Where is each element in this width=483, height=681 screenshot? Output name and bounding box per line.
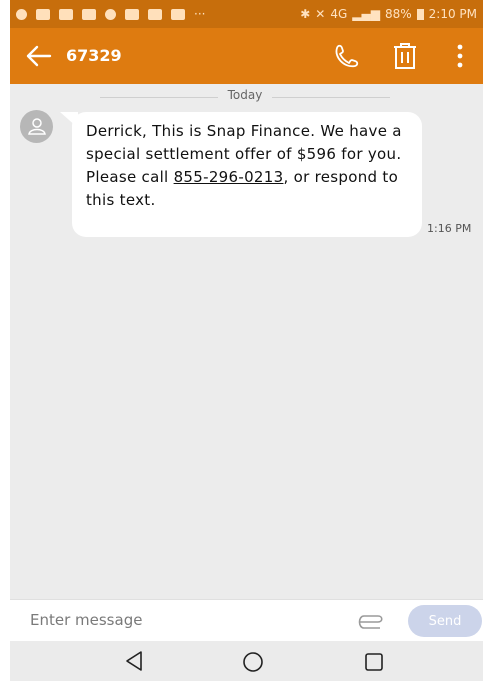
- send-button[interactable]: Send: [408, 605, 482, 637]
- phone-number-link[interactable]: 855-296-0213: [174, 168, 284, 186]
- date-divider: Today: [100, 88, 390, 104]
- attachment-icon[interactable]: [356, 613, 386, 631]
- battery-percent: 88%: [384, 7, 412, 21]
- network-type: 4G: [330, 7, 348, 21]
- more-vert-icon[interactable]: [454, 42, 466, 70]
- message-input[interactable]: [30, 608, 330, 632]
- person-icon: [28, 118, 46, 135]
- missed-call-icon: [36, 8, 50, 20]
- app-bar: 67329: [10, 28, 483, 84]
- notification-icons: ···: [16, 7, 205, 21]
- system-status: ✱ ✕ 4G ▂▄▆ 88% 2:10 PM: [300, 7, 477, 21]
- compose-bar: Send: [10, 599, 483, 642]
- trash-icon[interactable]: [392, 41, 418, 71]
- message-icon: [59, 8, 73, 20]
- navigation-bar: [10, 641, 483, 681]
- conversation-title: 67329: [66, 46, 122, 65]
- back-arrow-icon[interactable]: [24, 42, 54, 70]
- app-icon: [171, 8, 185, 20]
- bluetooth-icon: ✱: [300, 7, 311, 21]
- date-label: Today: [227, 88, 263, 102]
- recents-square-icon[interactable]: [364, 652, 384, 672]
- notification-icon: [16, 8, 27, 20]
- back-triangle-icon[interactable]: [124, 650, 144, 672]
- app-icon: [148, 8, 162, 20]
- clock: 2:10 PM: [428, 7, 477, 21]
- message-icon: [82, 8, 96, 20]
- mute-icon: ✕: [315, 7, 326, 21]
- phone-icon[interactable]: [332, 42, 362, 70]
- battery-icon: [416, 8, 424, 20]
- person-icon: [105, 8, 116, 20]
- messaging-screen: ··· ✱ ✕ 4G ▂▄▆ 88% 2:10 PM 67329 Today D…: [10, 0, 483, 681]
- message-bubble[interactable]: Derrick, This is Snap Finance. We have a…: [72, 112, 422, 237]
- signal-icon: ▂▄▆: [352, 7, 380, 21]
- contact-avatar[interactable]: [20, 110, 53, 143]
- divider-line: [272, 97, 390, 98]
- message-timestamp: 1:16 PM: [427, 222, 472, 235]
- status-bar: ··· ✱ ✕ 4G ▂▄▆ 88% 2:10 PM: [10, 0, 483, 28]
- more-notifications-icon: ···: [194, 7, 206, 21]
- sync-icon: [125, 8, 139, 20]
- home-circle-icon[interactable]: [242, 651, 264, 673]
